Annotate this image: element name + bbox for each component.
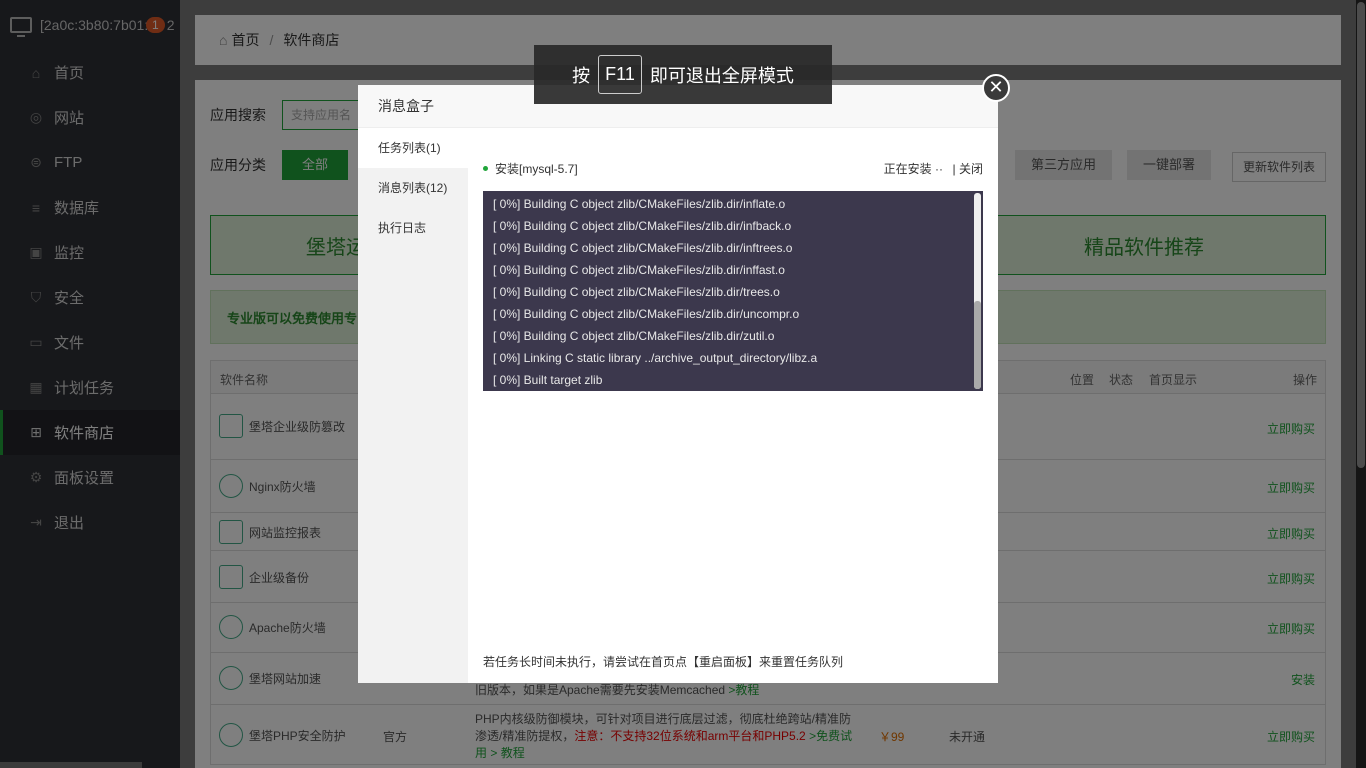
- task-footer-note: 若任务长时间未执行，请尝试在首页点【重启面板】来重置任务队列: [483, 655, 844, 669]
- log-line: [ 0%] Built target zlib: [493, 373, 603, 387]
- f11-key: F11: [598, 55, 642, 94]
- task-header: 安装[mysql-5.7] 正在安装 ·· | 关闭: [483, 160, 983, 177]
- install-log[interactable]: [ 0%] Building C object zlib/CMakeFiles/…: [483, 191, 983, 391]
- task-close-link[interactable]: | 关闭: [953, 160, 983, 177]
- hint-pre: 按: [572, 65, 591, 86]
- tab-exec-log[interactable]: 执行日志: [358, 208, 468, 248]
- hint-post: 即可退出全屏模式: [649, 65, 794, 86]
- log-line: [ 0%] Building C object zlib/CMakeFiles/…: [493, 197, 786, 211]
- tab-task-list[interactable]: 任务列表(1): [358, 128, 468, 168]
- modal-body: 安装[mysql-5.7] 正在安装 ·· | 关闭 [ 0%] Buildin…: [468, 128, 998, 683]
- tab-message-list[interactable]: 消息列表(12): [358, 168, 468, 208]
- task-name: 安装[mysql-5.7]: [495, 162, 578, 176]
- log-line: [ 0%] Building C object zlib/CMakeFiles/…: [493, 329, 775, 343]
- log-line: [ 0%] Linking C static library ../archiv…: [493, 351, 818, 365]
- fullscreen-hint: 按 F11 即可退出全屏模式: [534, 45, 832, 104]
- close-icon[interactable]: ✕: [982, 74, 1010, 102]
- log-line: [ 0%] Building C object zlib/CMakeFiles/…: [493, 285, 780, 299]
- modal-tabs: 任务列表(1) 消息列表(12) 执行日志: [358, 128, 468, 683]
- log-line: [ 0%] Building C object zlib/CMakeFiles/…: [493, 307, 800, 321]
- status-dot-icon: [483, 166, 488, 171]
- log-line: [ 0%] Building C object zlib/CMakeFiles/…: [493, 241, 793, 255]
- task-status: 正在安装 ··: [883, 162, 943, 176]
- log-scrollbar-thumb[interactable]: [974, 301, 981, 389]
- message-box-modal: 消息盒子 任务列表(1) 消息列表(12) 执行日志 安装[mysql-5.7]…: [358, 85, 998, 683]
- log-scrollbar[interactable]: [974, 193, 981, 389]
- log-line: [ 0%] Building C object zlib/CMakeFiles/…: [493, 219, 792, 233]
- log-line: [ 0%] Building C object zlib/CMakeFiles/…: [493, 263, 785, 277]
